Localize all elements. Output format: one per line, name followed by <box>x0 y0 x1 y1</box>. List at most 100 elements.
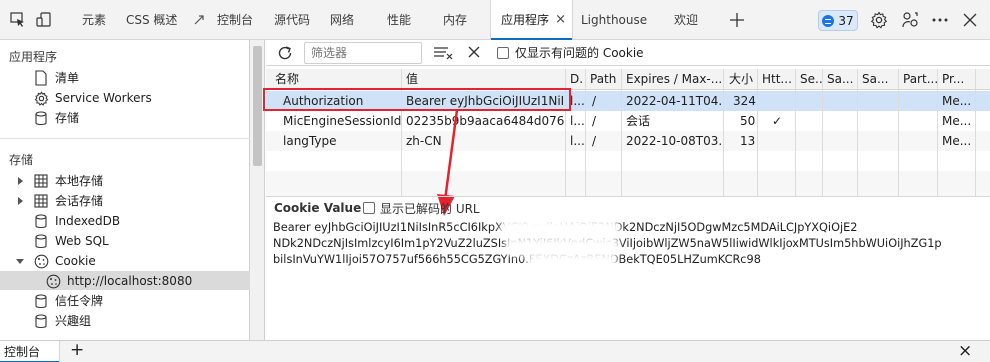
column-header-size[interactable]: 大小 <box>725 69 757 89</box>
cell-expires: 2022-04-11T04... <box>626 94 722 108</box>
column-separator[interactable] <box>937 69 938 196</box>
sidebar-item-storage[interactable]: 存储 <box>33 108 79 128</box>
cookie-toolbar: 仅显示有问题的 Cookie <box>266 40 990 66</box>
tab-elements[interactable]: 元素 <box>82 0 106 40</box>
tab-memory[interactable]: 内存 <box>443 0 467 40</box>
tab-label: 性能 <box>387 13 412 27</box>
column-separator[interactable] <box>975 69 976 196</box>
column-separator[interactable] <box>898 69 899 196</box>
column-header-expires[interactable]: Expires / Max-... <box>622 69 722 89</box>
tab-label: 应用程序 <box>501 13 550 27</box>
tab-label: Lighthouse <box>581 13 648 27</box>
cookie-value-text[interactable]: Bearer eyJhbGciOiJIUzI1NiIsInR5cCI6IkpXV… <box>273 220 985 268</box>
sidebar-item-label: Cookie <box>55 254 96 268</box>
column-header-secure[interactable]: Se... <box>796 69 822 89</box>
database-icon <box>33 213 49 229</box>
tab-console[interactable]: 控制台 <box>217 0 253 40</box>
column-header-partition[interactable]: Part... <box>899 69 937 89</box>
column-header-domain[interactable]: D. <box>566 69 584 89</box>
cell-size: 324 <box>733 94 756 108</box>
sidebar-item-label: IndexedDB <box>55 214 121 228</box>
redaction-blur <box>500 220 620 238</box>
sidebar-item-local-storage[interactable]: 本地存储 <box>33 171 103 191</box>
column-header-priority[interactable]: Pr... <box>938 69 976 89</box>
issues-badge[interactable]: 37 <box>818 10 858 31</box>
column-header-name[interactable]: 名称 <box>271 69 401 89</box>
close-tab-icon[interactable]: × <box>555 0 566 40</box>
tab-sources[interactable]: 源代码 <box>274 0 310 40</box>
tab-label: 源代码 <box>274 13 311 27</box>
gear-icon[interactable] <box>869 10 889 30</box>
column-separator[interactable] <box>822 69 823 196</box>
close-drawer-icon[interactable]: × <box>958 341 972 361</box>
cookie-value-line: bilsInVuYW1lIjoi57O757uf566h55CG5ZGYIn0.… <box>273 253 761 266</box>
more-tabs-plus-icon[interactable] <box>727 10 747 30</box>
tab-welcome[interactable]: 欢迎 <box>674 0 698 40</box>
filter-input[interactable] <box>304 42 422 64</box>
clear-all-icon[interactable] <box>467 45 481 62</box>
column-separator[interactable] <box>585 69 586 196</box>
sidebar-item-service-workers[interactable]: Service Workers <box>33 88 152 108</box>
cookie-value-header: Cookie Value 显示已解码的 URL <box>266 196 990 216</box>
tab-application[interactable]: 应用程序 × <box>490 0 573 41</box>
sidebar-item-web-sql[interactable]: Web SQL <box>33 231 109 251</box>
cell-httponly-check: ✓ <box>772 114 783 128</box>
feedback-icon[interactable] <box>900 10 920 30</box>
column-separator[interactable] <box>795 69 796 196</box>
clear-filtered-icon[interactable] <box>433 46 453 63</box>
inspect-element-icon[interactable] <box>8 10 28 30</box>
drawer-tab-console[interactable]: 控制台 <box>0 341 60 362</box>
close-devtools-icon[interactable] <box>960 10 980 30</box>
redaction-blur <box>527 254 617 270</box>
column-header-path[interactable]: Path <box>586 69 622 89</box>
sidebar-item-interest-groups[interactable]: 兴趣组 <box>33 311 91 331</box>
table-row[interactable]: langType zh-CN l... / 2022-10-08T03... 1… <box>266 131 990 151</box>
sidebar-section-storage: 存储 <box>9 153 34 167</box>
sidebar-item-label: http://localhost:8080 <box>67 274 193 288</box>
sidebar-item-label: 本地存储 <box>55 174 104 188</box>
tab-label: 控制台 <box>4 345 41 359</box>
sidebar-item-cookie[interactable]: Cookie <box>33 251 96 271</box>
refresh-icon[interactable] <box>276 44 294 65</box>
issues-count: 37 <box>838 13 854 28</box>
column-separator[interactable] <box>723 69 724 196</box>
show-decoded-url-checkbox[interactable] <box>363 202 375 214</box>
add-drawer-tab-icon[interactable]: + <box>70 340 84 360</box>
tab-network[interactable]: 网络 <box>330 0 354 40</box>
column-separator[interactable] <box>621 69 622 196</box>
cell-value: 02235b9b9aaca6484d076e... <box>406 114 564 128</box>
tab-performance[interactable]: 性能 <box>387 0 411 40</box>
sidebar-item-manifest[interactable]: 清单 <box>33 68 79 88</box>
sidebar-section-application: 应用程序 <box>9 50 58 64</box>
highlight-box <box>263 88 571 111</box>
only-issues-checkbox[interactable] <box>497 47 509 59</box>
column-header-samesite[interactable]: Sa... <box>823 69 858 89</box>
sidebar-scrollbar[interactable] <box>250 40 265 340</box>
tab-css-overview[interactable]: CSS 概述 <box>126 0 177 40</box>
sidebar-item-trust-tokens[interactable]: 信任令牌 <box>33 291 103 311</box>
sidebar-item-localhost-cookie[interactable]: http://localhost:8080 <box>45 271 192 291</box>
cookie-value-title: Cookie Value <box>274 201 362 215</box>
table-row[interactable]: MicEngineSessionId 02235b9b9aaca6484d076… <box>266 111 990 131</box>
cell-size: 13 <box>740 134 756 148</box>
column-header-sameparty[interactable]: Sa... <box>858 69 898 89</box>
expand-arrow-icon[interactable] <box>18 177 23 185</box>
scrollbar-thumb[interactable] <box>253 46 262 166</box>
sidebar-item-indexeddb[interactable]: IndexedDB <box>33 211 120 231</box>
expand-arrow-icon[interactable] <box>18 197 23 205</box>
column-header-httponly[interactable]: Htt... <box>758 69 795 89</box>
column-header-value[interactable]: 值 <box>402 69 562 89</box>
collapse-arrow-icon[interactable] <box>16 259 24 264</box>
column-separator[interactable] <box>857 69 858 196</box>
sidebar-item-label: Web SQL <box>55 234 109 248</box>
sidebar-item-session-storage[interactable]: 会话存储 <box>33 191 103 211</box>
database-icon <box>33 110 49 126</box>
cookie-table-header: 名称 值 D. Path Expires / Max-... 大小 Htt...… <box>266 69 990 90</box>
issues-icon <box>822 14 835 27</box>
device-emulation-icon[interactable] <box>34 10 54 30</box>
tab-lighthouse[interactable]: Lighthouse <box>581 0 647 40</box>
cell-path: / <box>592 94 597 108</box>
column-separator[interactable] <box>757 69 758 196</box>
sidebar-item-label: 信任令牌 <box>55 294 104 308</box>
more-options-icon[interactable] <box>930 10 950 30</box>
